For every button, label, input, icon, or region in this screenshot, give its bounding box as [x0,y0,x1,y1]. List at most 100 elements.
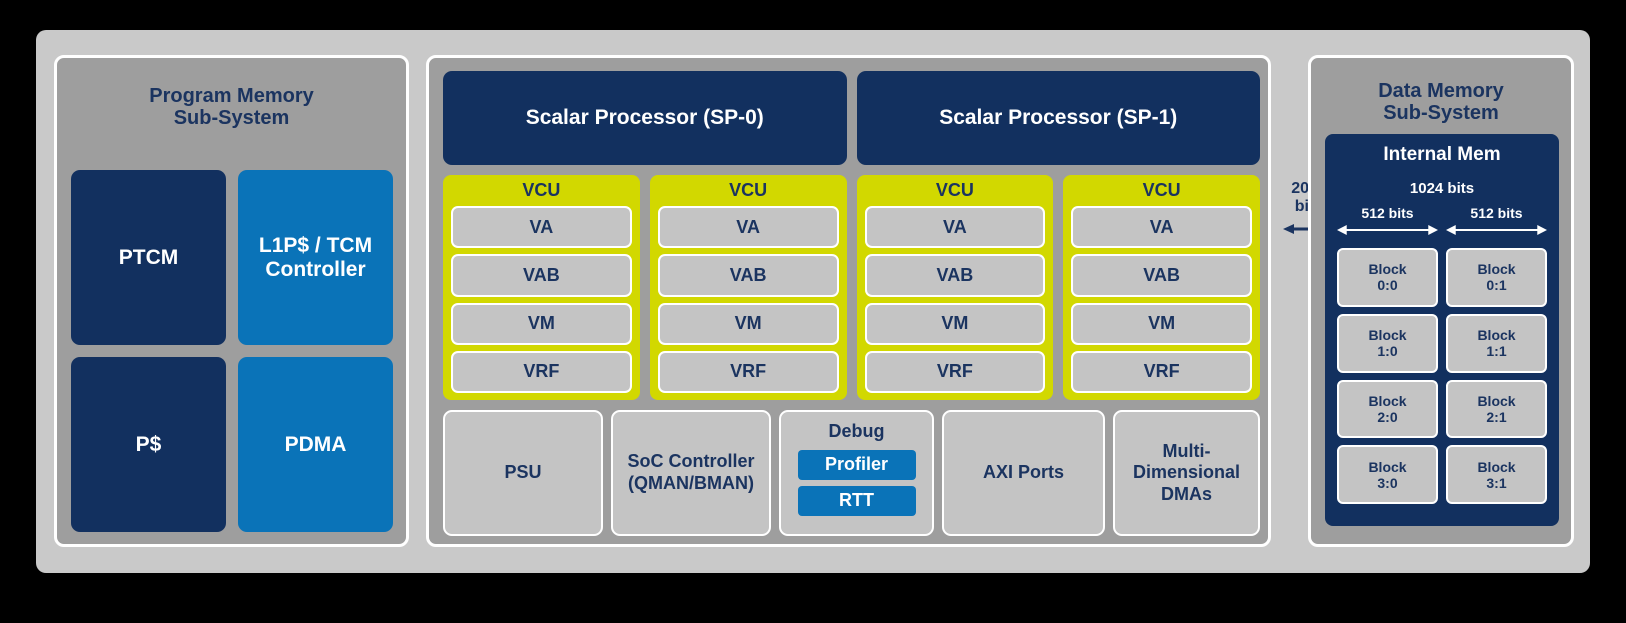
mem-block-2-0[interactable]: Block 2:0 [1337,379,1438,439]
block-soc-controller[interactable]: SoC Controller (QMAN/BMAN) [611,410,771,536]
debug-rtt-button[interactable]: RTT [797,485,916,516]
halfwidth-left: 512 bits [1337,205,1438,242]
mem-block-3-1-line1: Block [1477,458,1516,475]
block-debug: Debug Profiler RTT [779,410,934,536]
data-memory-title-line2: Sub-System [1383,102,1499,125]
block-l1p-tcm-controller-label: L1P$ / TCM Controller [259,234,372,282]
program-memory-title-line2: Sub-System [173,107,290,130]
block-vcu-3-vab[interactable]: VAB [1071,254,1252,297]
block-vcu-1-label: VCU [729,180,768,200]
debug-title: Debug [828,421,885,441]
mem-block-1-1-line1: Block [1477,327,1516,344]
data-memory-subsystem-panel: Data Memory Sub-System Internal Mem 1024… [1308,55,1574,547]
halfwidth-right: 512 bits [1446,205,1547,242]
block-vcu-2-label: VCU [935,180,974,200]
program-memory-subsystem-panel: Program Memory Sub-System PTCM L1P$ / TC… [54,55,409,547]
block-vcu-3[interactable]: VCU VA VAB VM VRF [1063,175,1260,400]
mem-block-0-1[interactable]: Block 0:1 [1446,248,1547,307]
block-md-dmas-line1: Multi- [1162,440,1211,461]
mem-block-3-0-line2: 3:0 [1377,474,1398,491]
internal-mem-title: Internal Mem [1383,144,1501,165]
mem-block-2-0-line2: 2:0 [1377,408,1398,425]
debug-profiler-button[interactable]: Profiler [797,449,916,480]
block-vcu-0[interactable]: VCU VA VAB VM VRF [443,175,640,400]
mem-block-2-1-line1: Block [1477,392,1516,409]
mem-block-3-0-line1: Block [1368,458,1407,475]
block-vcu-3-label: VCU [1142,180,1181,200]
block-soc-controller-line1: SoC Controller [627,451,755,472]
mem-block-0-0-line1: Block [1368,261,1407,278]
block-l1p-tcm-controller-line2: Controller [265,257,366,281]
block-scalar-processor-sp0-label: Scalar Processor (SP-0) [525,106,764,129]
block-vcu-0-vm[interactable]: VM [451,302,632,345]
mem-block-2-1-line2: 2:1 [1486,408,1507,425]
block-vcu-2[interactable]: VCU VA VAB VM VRF [856,175,1054,400]
architecture-diagram: Program Memory Sub-System PTCM L1P$ / TC… [36,30,1590,573]
block-scalar-processor-sp1-label: Scalar Processor (SP-1) [939,106,1178,129]
block-vcu-0-vab[interactable]: VAB [451,254,632,297]
mem-block-3-0[interactable]: Block 3:0 [1337,445,1438,504]
block-axi-ports[interactable]: AXI Ports [942,410,1105,536]
block-vcu-3-vm[interactable]: VM [1071,302,1252,345]
block-vcu-2-va[interactable]: VA [864,206,1046,249]
mem-block-0-1-line1: Block [1477,261,1516,278]
block-scalar-processor-sp0[interactable]: Scalar Processor (SP-0) [443,71,847,165]
block-axi-ports-label: AXI Ports [982,462,1065,483]
mem-block-0-0-line2: 0:0 [1377,277,1398,294]
core-peripheral-row: PSU SoC Controller (QMAN/BMAN) Debug Pro… [443,410,1260,536]
mem-block-3-1-line2: 3:1 [1486,474,1507,491]
block-multi-dimensional-dmas[interactable]: Multi- Dimensional DMAs [1113,410,1260,536]
block-md-dmas-line3: DMAs [1160,483,1212,504]
mem-block-1-0-line1: Block [1368,327,1407,344]
block-vcu-1-va[interactable]: VA [657,206,839,249]
block-vcu-0-va[interactable]: VA [451,206,632,249]
internal-mem-total-bits-label: 1024 bits [1409,180,1475,197]
block-internal-mem[interactable]: Internal Mem 1024 bits 512 bits 512 bits [1325,134,1559,526]
block-pdma[interactable]: PDMA [238,357,393,532]
halfwidth-right-label: 512 bits [1470,205,1523,221]
block-soc-controller-label: SoC Controller (QMAN/BMAN) [627,451,754,494]
block-pdma-label: PDMA [284,432,347,456]
block-psu-label: PSU [504,462,542,483]
internal-mem-block-grid: Block 0:0 Block 0:1 Block 1:0 Block 1:1 … [1337,248,1547,504]
block-vcu-2-vrf[interactable]: VRF [864,350,1046,393]
mem-block-3-1[interactable]: Block 3:1 [1446,445,1547,504]
block-vcu-3-va[interactable]: VA [1071,206,1252,249]
block-vcu-1-vrf[interactable]: VRF [657,350,839,393]
block-vcu-1[interactable]: VCU VA VAB VM VRF [649,175,847,400]
block-scalar-processor-sp1[interactable]: Scalar Processor (SP-1) [856,71,1260,165]
mem-block-0-1-line2: 0:1 [1486,277,1507,294]
vcu-row: VCU VA VAB VM VRF VCU VA VAB VM VRF VCU … [443,175,1260,400]
block-l1p-tcm-controller[interactable]: L1P$ / TCM Controller [238,170,393,345]
mem-block-2-1[interactable]: Block 2:1 [1446,379,1547,439]
mem-block-0-0[interactable]: Block 0:0 [1337,248,1438,307]
mem-block-2-0-line1: Block [1368,392,1407,409]
mem-block-1-1-line2: 1:1 [1486,343,1507,360]
block-vcu-1-vm[interactable]: VM [657,302,839,345]
block-vcu-0-vrf[interactable]: VRF [451,350,632,393]
data-memory-title-line1: Data Memory [1378,80,1504,102]
block-psu[interactable]: PSU [443,410,603,536]
internal-mem-halfwidth-annotations: 512 bits 512 bits [1337,205,1547,242]
block-pcache[interactable]: P$ [71,357,226,532]
mem-block-1-0[interactable]: Block 1:0 [1337,313,1438,373]
program-memory-block-grid: PTCM L1P$ / TCM Controller P$ PDMA [71,170,393,532]
block-vcu-1-vab[interactable]: VAB [657,254,839,297]
data-memory-title: Data Memory Sub-System [1311,80,1571,125]
mem-block-1-1[interactable]: Block 1:1 [1446,313,1547,373]
block-vcu-2-vab[interactable]: VAB [864,254,1046,297]
block-vcu-3-vrf[interactable]: VRF [1071,350,1252,393]
scalar-processor-row: Scalar Processor (SP-0) Scalar Processor… [443,71,1260,165]
block-l1p-tcm-controller-line1: L1P$ / TCM [258,233,373,257]
block-vcu-2-vm[interactable]: VM [864,302,1046,345]
core-subsystem-panel: Scalar Processor (SP-0) Scalar Processor… [426,55,1271,547]
halfwidth-left-label: 512 bits [1361,205,1414,221]
block-ptcm-label: PTCM [118,245,179,269]
block-multi-dimensional-dmas-label: Multi- Dimensional DMAs [1133,441,1240,506]
block-ptcm[interactable]: PTCM [71,170,226,345]
block-vcu-0-label: VCU [522,180,561,200]
block-md-dmas-line2: Dimensional [1132,462,1241,483]
program-memory-title: Program Memory Sub-System [57,85,406,130]
block-pcache-label: P$ [135,432,162,456]
bidirectional-arrow-icon [1337,225,1438,235]
